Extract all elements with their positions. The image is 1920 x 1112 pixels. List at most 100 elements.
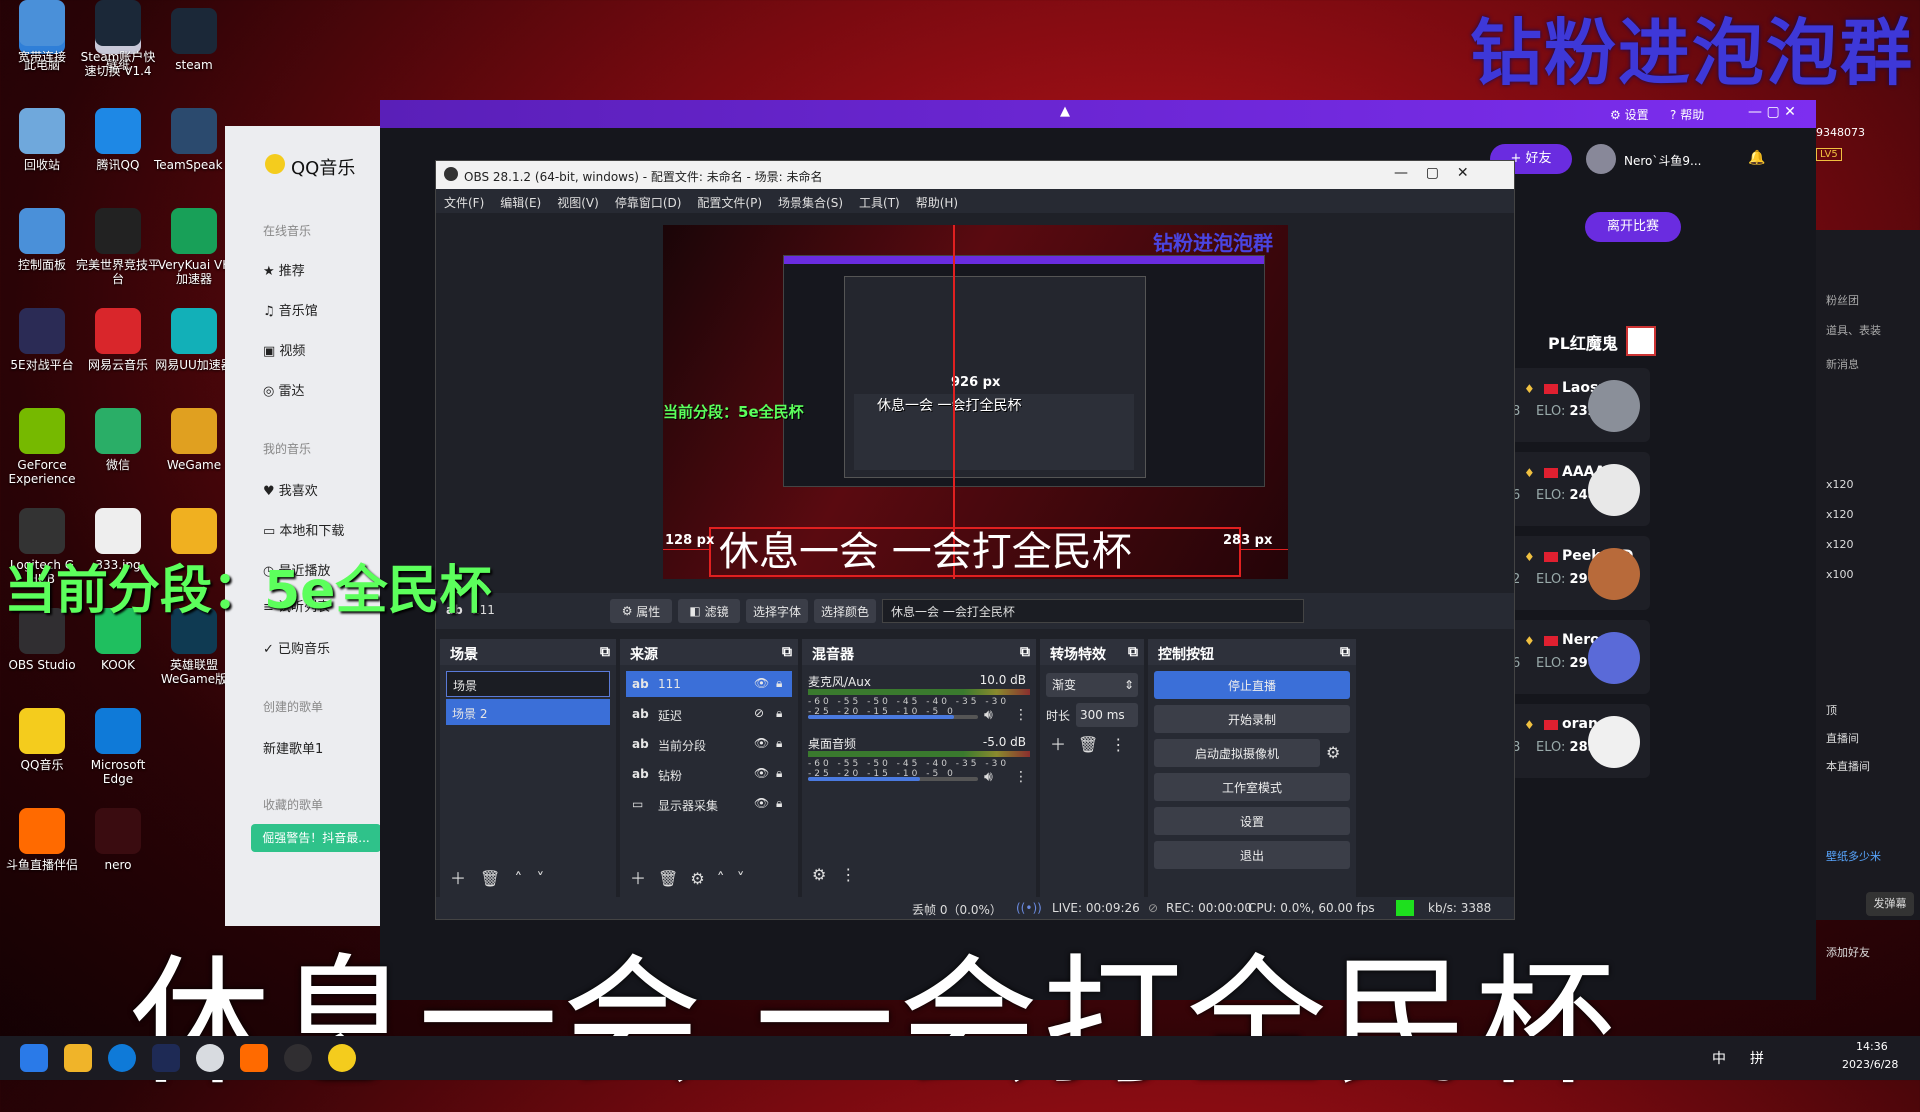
mic-volume-slider[interactable] [808,715,978,719]
nav-local[interactable]: ▭ 本地和下载 [263,520,344,539]
nav-bought[interactable]: ✓ 已购音乐 [263,638,330,657]
lock-icon[interactable]: 🔒︎ [776,796,782,811]
dock-undock-icon[interactable]: ⧉ [600,644,610,660]
5e-icon[interactable] [152,1044,180,1072]
desktop-icon[interactable]: 微信 [76,408,160,472]
playlist-new[interactable]: 新建歌单1 [263,738,323,757]
explorer-icon[interactable] [64,1044,92,1072]
clock-date[interactable]: 2023/6/28 [1842,1058,1898,1071]
source-item[interactable]: ab 延迟 ⊘ 🔒︎ [626,701,792,727]
lock-icon[interactable]: 🔒︎ [776,736,782,751]
eye-icon[interactable]: 👁︎ [754,736,769,750]
player-card[interactable]: ♦LaosuELO: 23288 [1510,368,1650,442]
desktop-icon[interactable]: 网易UU加速器 [152,308,236,372]
dock-undock-icon[interactable]: ⧉ [1128,644,1138,660]
dock-undock-icon[interactable]: ⧉ [1340,644,1350,660]
nav-like[interactable]: ♥ 我喜欢 [263,480,318,499]
mic-menu-icon[interactable]: ⋮ [1014,707,1028,723]
dock-undock-icon[interactable]: ⧉ [782,644,792,660]
lock-icon[interactable]: 🔒︎ [776,676,782,691]
qqmusic-taskbar-icon[interactable] [328,1044,356,1072]
send-danmaku-button[interactable]: 发弹幕 [1866,892,1914,916]
settings-button[interactable]: 设置 [1154,807,1350,835]
desktop-icon[interactable]: GeForce Experience [0,408,84,486]
lock-icon[interactable]: 🔒︎ [776,706,782,721]
desktop-icon[interactable]: TeamSpeak 3 [152,108,236,172]
lock-icon[interactable]: 🔒︎ [776,766,782,781]
ime-mode[interactable]: 拼 [1750,1048,1764,1068]
properties-button[interactable]: ⚙ 属性 [610,599,672,623]
user-avatar[interactable] [1586,144,1616,174]
exit-button[interactable]: 退出 [1154,841,1350,869]
source-item[interactable]: ab 当前分段 👁︎ 🔒︎ [626,731,792,757]
source-item[interactable]: ab 111 👁︎ 🔒︎ [626,671,792,697]
speaker-icon[interactable]: 🔊︎ [984,769,993,785]
scene-controls[interactable]: ＋🗑︎˄˅ [450,865,558,889]
obs-window-controls[interactable]: — ▢ ✕ [1394,165,1469,181]
desktop-icon[interactable]: Microsoft Edge [76,708,160,786]
vcam-settings-icon[interactable]: ⚙ [1326,743,1340,762]
stop-streaming-button[interactable]: 停止直播 [1154,671,1350,699]
desktop-icon[interactable]: nero [76,808,160,872]
promo-banner[interactable]: 倔强警告！抖音最... [251,824,381,852]
obs-menu-item[interactable]: 场景集合(S) [778,194,843,211]
clock-time[interactable]: 14:36 [1856,1040,1888,1053]
player-card[interactable]: ♦AAAAELO: 24856 [1510,452,1650,526]
desktop-icon[interactable]: steam [152,8,236,72]
duration-input[interactable]: 300 ms [1076,703,1138,727]
transition-select[interactable]: 渐变 ⇕ [1046,673,1138,697]
source-item[interactable]: ▭ 显示器采集 👁︎ 🔒︎ [626,791,792,817]
desktop-icon[interactable]: QQ音乐 [0,708,84,772]
eye-icon[interactable]: 👁︎ [754,796,769,810]
edge-icon[interactable] [108,1044,136,1072]
obs-menu-item[interactable]: 文件(F) [444,194,484,211]
bell-icon[interactable]: 🔔 [1748,150,1765,166]
app-settings[interactable]: ⚙ 设置 [1610,106,1649,123]
player-card[interactable]: ♦orangeELO: 28578 [1510,704,1650,778]
app-help[interactable]: ? 帮助 [1670,106,1704,123]
start-icon[interactable] [20,1044,48,1072]
mixer-controls[interactable]: ⚙⋮ [812,865,870,884]
obs-menu-item[interactable]: 视图(V) [557,194,599,211]
obs-menu-item[interactable]: 停靠窗口(D) [615,194,682,211]
nav-hall[interactable]: ♫ 音乐馆 [263,300,318,319]
source-controls[interactable]: ＋🗑︎⚙˄˅ [630,865,757,889]
window-controls[interactable]: — ▢ ✕ [1748,104,1796,120]
desktop-icon[interactable]: 控制面板 [0,208,84,272]
select-font-button[interactable]: 选择字体 [746,599,808,623]
desktop-icon[interactable]: 完美世界竞技平台 [76,208,160,286]
obs-taskbar-icon[interactable] [284,1044,312,1072]
leave-match-button[interactable]: 离开比赛 [1585,212,1681,242]
start-recording-button[interactable]: 开始录制 [1154,705,1350,733]
obs-menu-item[interactable]: 配置文件(P) [697,194,762,211]
obs-menu-item[interactable]: 帮助(H) [916,194,958,211]
eye-icon[interactable]: 👁︎ [754,676,769,690]
nav-video[interactable]: ▣ 视频 [263,340,305,359]
studio-mode-button[interactable]: 工作室模式 [1154,773,1350,801]
obs-menu-item[interactable]: 编辑(E) [500,194,541,211]
obs-menu-item[interactable]: 工具(T) [859,194,900,211]
douyu-icon[interactable] [240,1044,268,1072]
desktop-icon[interactable]: 回收站 [0,108,84,172]
player-card[interactable]: ♦NeroELO: 29666 [1510,620,1650,694]
scene-item[interactable]: 场景 [446,671,610,697]
player-card[interactable]: ♦PeekG1DELO: 29052 [1510,536,1650,610]
speaker-icon[interactable]: 🔊︎ [984,707,993,723]
obs-preview[interactable]: 钻粉进泡泡群 当前分段：5e全民杯 休息一会 一会打全民杯 926 px 休息一… [663,225,1288,579]
desktop-menu-icon[interactable]: ⋮ [1014,769,1028,785]
desktop-icon[interactable]: 宽带连接 [0,0,84,64]
dock-undock-icon[interactable]: ⧉ [1020,644,1030,660]
nav-radar[interactable]: ◎ 雷达 [263,380,305,399]
nav-recommend[interactable]: ★ 推荐 [263,260,305,279]
desktop-icon[interactable]: 5E对战平台 [0,308,84,372]
desktop-icon[interactable]: Steam账户快速切换 V1.4 [76,0,160,78]
desktop-icon[interactable]: WeGame [152,408,236,472]
user-name[interactable]: Nero`斗鱼9... [1624,152,1701,169]
eye-icon[interactable]: 👁︎ [754,766,769,780]
desktop-volume-slider[interactable] [808,777,978,781]
scene-item[interactable]: 场景 2 [446,699,610,725]
qq-icon[interactable] [196,1044,224,1072]
desktop-icon[interactable]: 腾讯QQ [76,108,160,172]
desktop-icon[interactable]: VeryKuai VK加速器 [152,208,236,286]
select-color-button[interactable]: 选择颜色 [814,599,876,623]
